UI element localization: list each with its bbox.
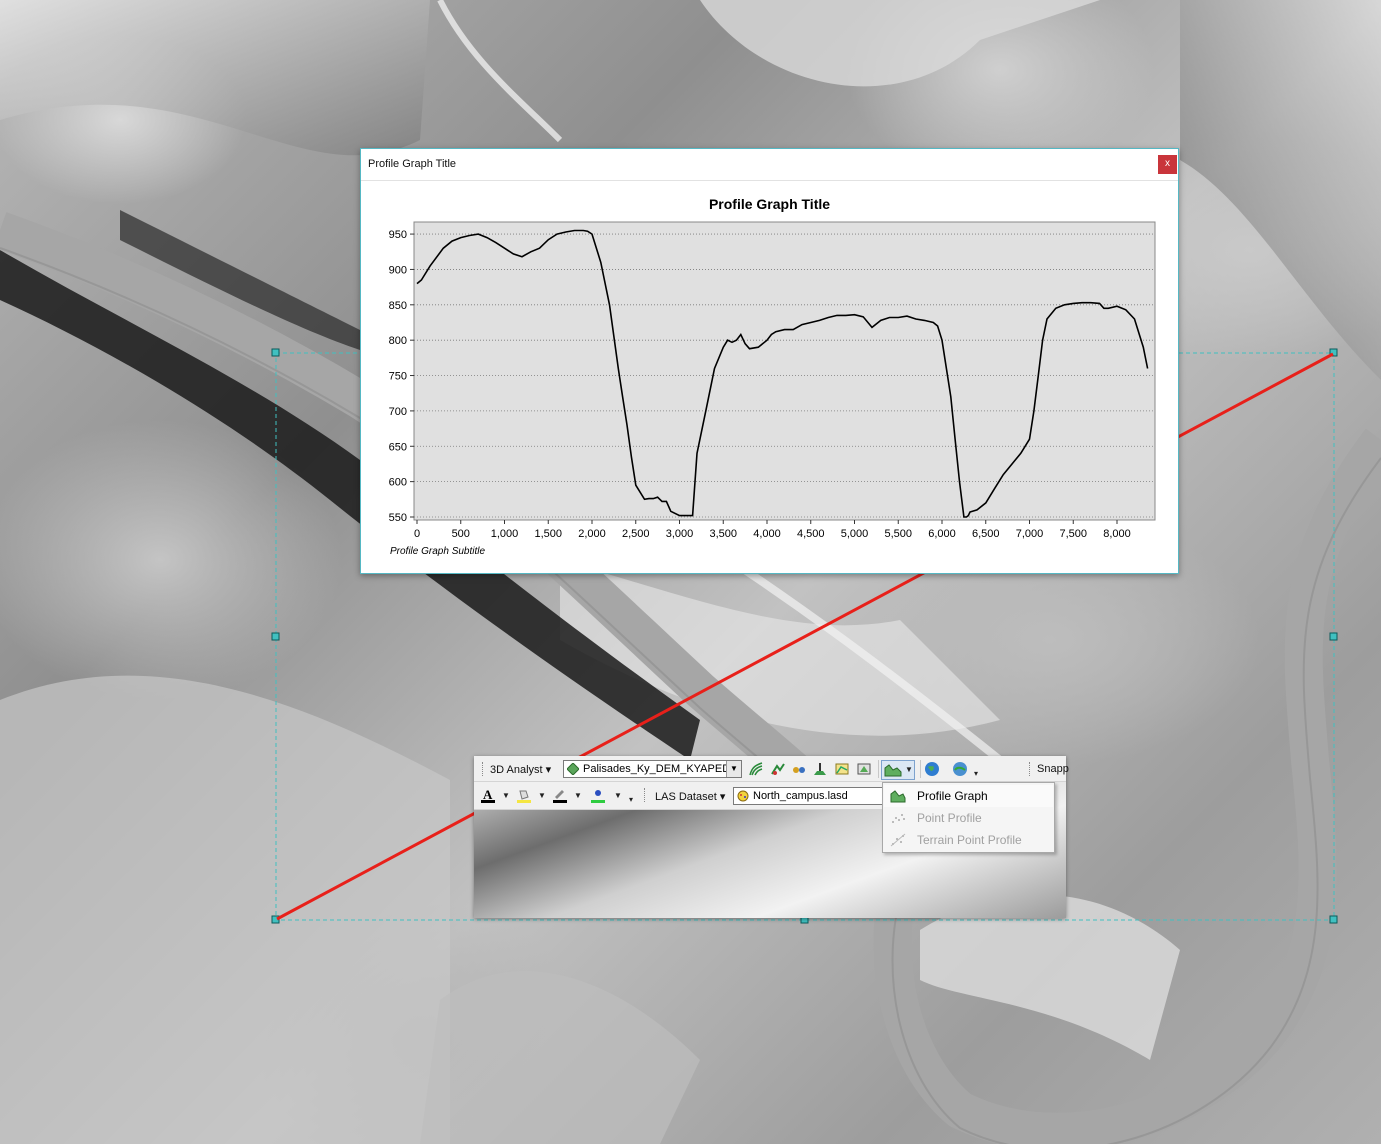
x-tick-label: 4,500 (797, 528, 825, 540)
las-dataset-combo[interactable]: North_campus.lasd (733, 787, 883, 805)
profile-graph-window[interactable]: Profile Graph Title x Profile Graph Titl… (360, 148, 1179, 574)
y-tick-label: 550 (389, 512, 407, 524)
menu-item-label: Profile Graph (917, 789, 988, 803)
chevron-down-icon[interactable]: ▼ (502, 791, 510, 800)
menu-item-point-profile[interactable]: Point Profile (884, 807, 1053, 829)
y-tick-label: 600 (389, 477, 407, 489)
las-dataset-label: LAS Dataset (655, 791, 717, 803)
toolbar-overflow-icon[interactable]: ▾ (629, 795, 633, 804)
y-tick-label: 750 (389, 371, 407, 383)
point-profile-icon (892, 814, 905, 823)
interpolate-polygon-icon[interactable] (856, 761, 872, 777)
toolbar-grip[interactable] (1029, 762, 1032, 776)
x-tick-label: 7,500 (1059, 528, 1087, 540)
profile-dropdown-menu: Profile Graph Point Profile Terrain Poin… (882, 782, 1055, 853)
y-tick-label: 700 (389, 406, 407, 418)
x-tick-label: 1,000 (491, 528, 519, 540)
3d-analyst-label: 3D Analyst (490, 764, 543, 776)
chevron-down-icon[interactable]: ▼ (614, 791, 622, 800)
toolbar-grip[interactable] (644, 788, 647, 802)
svg-text:A: A (483, 787, 493, 802)
menu-item-label: Point Profile (917, 811, 982, 825)
toolbar-overflow-icon[interactable]: ▾ (974, 769, 978, 778)
x-tick-label: 5,500 (884, 528, 912, 540)
x-tick-label: 1,500 (534, 528, 562, 540)
y-tick-label: 800 (389, 335, 407, 347)
graph-subtitle: Profile Graph Subtitle (390, 546, 486, 557)
x-tick-label: 7,000 (1016, 528, 1044, 540)
profile-chart: 950 900 850 800 750 700 650 600 550 0 500 1,000 1,5… (389, 221, 1156, 540)
x-tick-label: 3,500 (709, 528, 737, 540)
x-tick-label: 2,000 (578, 528, 606, 540)
menu-item-label: Terrain Point Profile (917, 833, 1022, 847)
y-tick-label: 650 (389, 441, 407, 453)
terrain-point-profile-icon (890, 833, 906, 847)
3d-analyst-toolbar: 3D Analyst ▾ Palisades_Ky_DEM_KYAPED ▼ ▼… (474, 756, 1069, 782)
y-tick-label: 850 (389, 300, 407, 312)
3d-analyst-menu[interactable]: 3D Analyst ▾ (490, 763, 551, 776)
x-tick-label: 6,500 (972, 528, 1000, 540)
x-tick-label: 0 (414, 528, 420, 540)
point-elevation-icon[interactable] (812, 761, 828, 777)
fill-color-icon[interactable] (516, 787, 532, 803)
line-of-sight-icon[interactable] (791, 761, 807, 777)
toolbar-grip[interactable] (482, 762, 485, 776)
x-tick-label: 3,000 (666, 528, 694, 540)
x-tick-label: 5,000 (841, 528, 869, 540)
drawing-las-toolbar: A ▼ ▼ ▼ ▼ ▾ LAS Dataset ▾ North_campus.l… (474, 782, 884, 810)
las-dataset-value: North_campus.lasd (753, 790, 848, 802)
x-tick-label: 4,000 (753, 528, 781, 540)
menu-item-profile-graph[interactable]: Profile Graph (884, 785, 1053, 807)
las-dataset-icon (737, 790, 749, 802)
profile-graph-icon (890, 790, 906, 803)
profile-graph-icon (884, 764, 902, 777)
profile-graph-dropdown-button[interactable]: ▼ (881, 760, 915, 780)
steepest-path-icon[interactable] (770, 761, 786, 777)
layer-combo-value: Palisades_Ky_DEM_KYAPED (583, 763, 731, 775)
arcscene-icon[interactable] (952, 761, 968, 777)
x-tick-label: 8,000 (1103, 528, 1131, 540)
font-color-icon[interactable]: A (480, 787, 496, 803)
x-tick-label: 500 (452, 528, 470, 540)
x-tick-label: 2,500 (622, 528, 650, 540)
plot-area (413, 221, 1156, 521)
line-color-icon[interactable] (552, 787, 568, 803)
chevron-down-icon[interactable]: ▼ (726, 761, 741, 777)
chevron-down-icon[interactable]: ▼ (538, 791, 546, 800)
las-dataset-menu[interactable]: LAS Dataset ▾ (655, 790, 725, 803)
chevron-down-icon: ▼ (905, 765, 913, 774)
interpolate-line-icon[interactable] (834, 761, 850, 777)
y-tick-label: 950 (389, 229, 407, 241)
layer-combo[interactable]: Palisades_Ky_DEM_KYAPED ▼ (563, 760, 742, 778)
marker-color-icon[interactable] (590, 787, 606, 803)
chevron-down-icon[interactable]: ▼ (574, 791, 582, 800)
y-tick-label: 900 (389, 264, 407, 276)
contour-icon[interactable] (748, 761, 764, 777)
arcglobe-icon[interactable] (924, 761, 940, 777)
x-tick-label: 6,000 (928, 528, 956, 540)
menu-item-terrain-point-profile[interactable]: Terrain Point Profile (884, 829, 1053, 851)
snapping-menu[interactable]: Snapp (1037, 763, 1069, 775)
raster-layer-icon (567, 763, 579, 775)
